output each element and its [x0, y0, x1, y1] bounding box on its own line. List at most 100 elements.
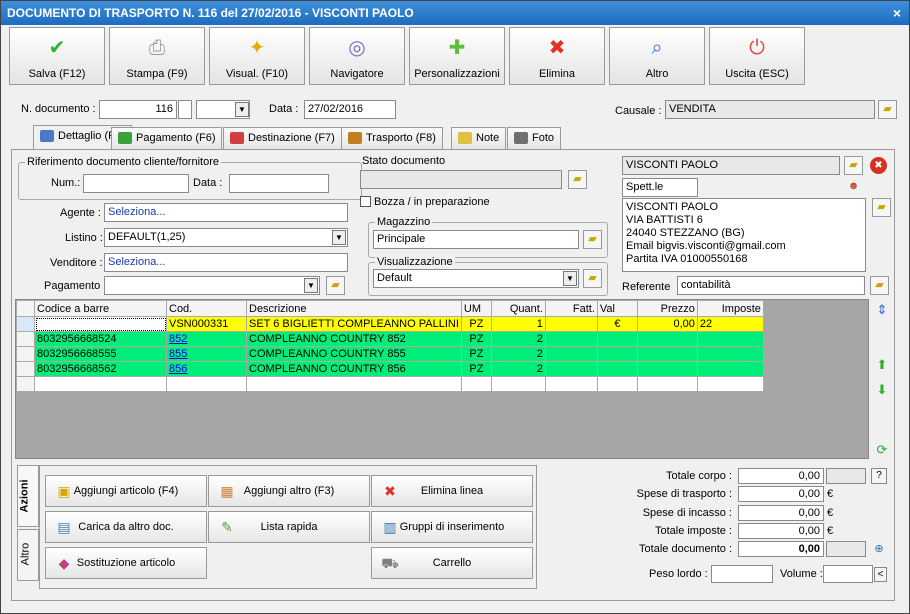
total-value[interactable]: 0,00: [738, 541, 824, 558]
folder-icon[interactable]: ▰: [844, 156, 863, 175]
cliente-name-field[interactable]: VISCONTI PAOLO: [622, 156, 840, 175]
ndoc-suffix-field[interactable]: [178, 100, 192, 119]
table-cell-fatt[interactable]: [544, 361, 598, 377]
table-cell-prezzo[interactable]: 0,00: [636, 316, 698, 332]
causale-field[interactable]: VENDITA: [665, 100, 875, 119]
table-cell-um[interactable]: PZ: [460, 346, 492, 362]
table-cell-um[interactable]: PZ: [460, 361, 492, 377]
table-cell-imposte[interactable]: [696, 361, 764, 377]
table-cell-um[interactable]: PZ: [460, 331, 492, 347]
row-selector[interactable]: [16, 376, 35, 392]
close-icon[interactable]: ×: [893, 1, 901, 25]
column-header[interactable]: Fatt.: [544, 300, 598, 317]
listino-select[interactable]: DEFAULT(1,25): [104, 228, 348, 247]
table-cell-val[interactable]: [596, 376, 638, 392]
table-cell-desc[interactable]: [246, 376, 462, 392]
table-row[interactable]: [16, 376, 764, 392]
side-tab-altro[interactable]: Altro: [17, 529, 39, 581]
folder-icon[interactable]: ▰: [583, 269, 602, 288]
table-cell-barcode[interactable]: 8032956668524: [34, 331, 167, 347]
table-cell-fatt[interactable]: [544, 331, 598, 347]
remove-client-icon[interactable]: ✖: [870, 157, 887, 174]
tab-2[interactable]: Destinazione (F7): [223, 127, 342, 149]
refresh-icon[interactable]: ⟳: [873, 441, 891, 459]
table-cell-imposte[interactable]: [696, 331, 764, 347]
action-button-7[interactable]: ⛟ Carrello: [371, 547, 533, 579]
column-header[interactable]: Prezzo: [636, 300, 698, 317]
volume-field[interactable]: [823, 565, 873, 583]
table-cell-fatt[interactable]: [544, 346, 598, 362]
folder-icon[interactable]: ▰: [870, 276, 889, 295]
column-header[interactable]: Codice a barre: [34, 300, 167, 317]
table-row[interactable]: VSN000331 SET 6 BIGLIETTI COMPLEANNO PALL…: [16, 316, 764, 332]
person-icon[interactable]: ☻: [844, 178, 863, 195]
table-cell-val[interactable]: [596, 346, 638, 362]
table-row[interactable]: 8032956668562 856 COMPLEANNO COUNTRY 856 PZ…: [16, 361, 764, 377]
table-cell-desc[interactable]: SET 6 BIGLIETTI COMPLEANNO PALLINI: [246, 316, 462, 332]
table-cell-cod[interactable]: 856: [166, 361, 247, 377]
sort-icon[interactable]: ⇕: [873, 301, 891, 319]
total-value[interactable]: 0,00: [738, 522, 824, 539]
rif-date-field[interactable]: [229, 174, 329, 193]
action-button-1[interactable]: ▦ Aggiungi altro (F3): [208, 475, 370, 507]
row-selector[interactable]: [16, 316, 35, 332]
tab-5[interactable]: Foto: [507, 127, 562, 149]
table-cell-prezzo[interactable]: [636, 376, 698, 392]
row-selector[interactable]: [16, 331, 35, 347]
folder-icon[interactable]: ▰: [878, 100, 897, 119]
visualizzazione-select[interactable]: Default: [373, 269, 579, 288]
table-row[interactable]: 8032956668524 852 COMPLEANNO COUNTRY 852 PZ…: [16, 331, 764, 347]
toolbar-button-3[interactable]: ◎ Navigatore: [309, 27, 405, 85]
peso-field[interactable]: [711, 565, 773, 583]
row-selector[interactable]: [16, 346, 35, 362]
chevron-down-icon[interactable]: ▼: [563, 271, 577, 286]
action-button-2[interactable]: ✖ Elimina linea: [371, 475, 533, 507]
table-cell-cod[interactable]: 852: [166, 331, 247, 347]
table-cell-prezzo[interactable]: [636, 361, 698, 377]
table-cell-desc[interactable]: COMPLEANNO COUNTRY 855: [246, 346, 462, 362]
date-field[interactable]: 27/02/2016: [304, 100, 396, 119]
table-cell-val[interactable]: [596, 331, 638, 347]
toolbar-button-4[interactable]: ✚ Personalizzazioni: [409, 27, 505, 85]
total-value[interactable]: 0,00: [738, 468, 824, 484]
table-cell-barcode[interactable]: 8032956668562: [34, 361, 167, 377]
table-cell-imposte[interactable]: [696, 376, 764, 392]
toolbar-button-1[interactable]: ⎙ Stampa (F9): [109, 27, 205, 85]
table-cell-imposte[interactable]: [696, 346, 764, 362]
row-selector[interactable]: [16, 361, 35, 377]
table-row[interactable]: 8032956668555 855 COMPLEANNO COUNTRY 855 PZ…: [16, 346, 764, 362]
help-button[interactable]: ?: [871, 468, 887, 484]
column-header[interactable]: Cod.: [166, 300, 247, 317]
bozza-checkbox[interactable]: [360, 196, 371, 207]
total-value[interactable]: 0,00: [738, 504, 824, 521]
toolbar-button-6[interactable]: ⌕ Altro: [609, 27, 705, 85]
address-box[interactable]: VISCONTI PAOLO VIA BATTISTI 6 24040 STEZ…: [622, 198, 866, 272]
table-cell-desc[interactable]: COMPLEANNO COUNTRY 852: [246, 331, 462, 347]
table-cell-um[interactable]: PZ: [460, 316, 492, 332]
column-header[interactable]: Imposte: [696, 300, 764, 317]
agente-field[interactable]: Seleziona...: [104, 203, 348, 222]
toolbar-button-0[interactable]: ✔ Salva (F12): [9, 27, 105, 85]
magazzino-field[interactable]: Principale: [373, 230, 579, 249]
zoom-icon[interactable]: ⊕: [870, 540, 888, 558]
folder-icon[interactable]: ▰: [872, 198, 891, 217]
table-cell-prezzo[interactable]: [636, 331, 698, 347]
table-cell-qty[interactable]: 1: [490, 316, 546, 332]
total-value[interactable]: 0,00: [738, 486, 824, 503]
folder-icon[interactable]: ▰: [583, 230, 602, 249]
action-button-3[interactable]: ▤ Carica da altro doc.: [45, 511, 207, 543]
column-header[interactable]: UM: [460, 300, 492, 317]
table-cell-qty[interactable]: 2: [490, 331, 546, 347]
tab-1[interactable]: Pagamento (F6): [111, 127, 223, 149]
folder-icon[interactable]: ▰: [568, 170, 587, 189]
table-cell-val[interactable]: [596, 361, 638, 377]
table-cell-val[interactable]: €: [596, 316, 638, 332]
arrow-down-icon[interactable]: ⬇: [873, 381, 891, 399]
salutation-field[interactable]: Spett.le: [622, 178, 698, 197]
pagamento-select[interactable]: [104, 276, 320, 295]
action-button-0[interactable]: ▣ Aggiungi articolo (F4): [45, 475, 207, 507]
table-cell-barcode[interactable]: [34, 376, 167, 392]
folder-icon[interactable]: ▰: [326, 276, 345, 295]
table-cell-fatt[interactable]: [544, 316, 598, 332]
chevron-down-icon[interactable]: ▼: [235, 102, 249, 117]
